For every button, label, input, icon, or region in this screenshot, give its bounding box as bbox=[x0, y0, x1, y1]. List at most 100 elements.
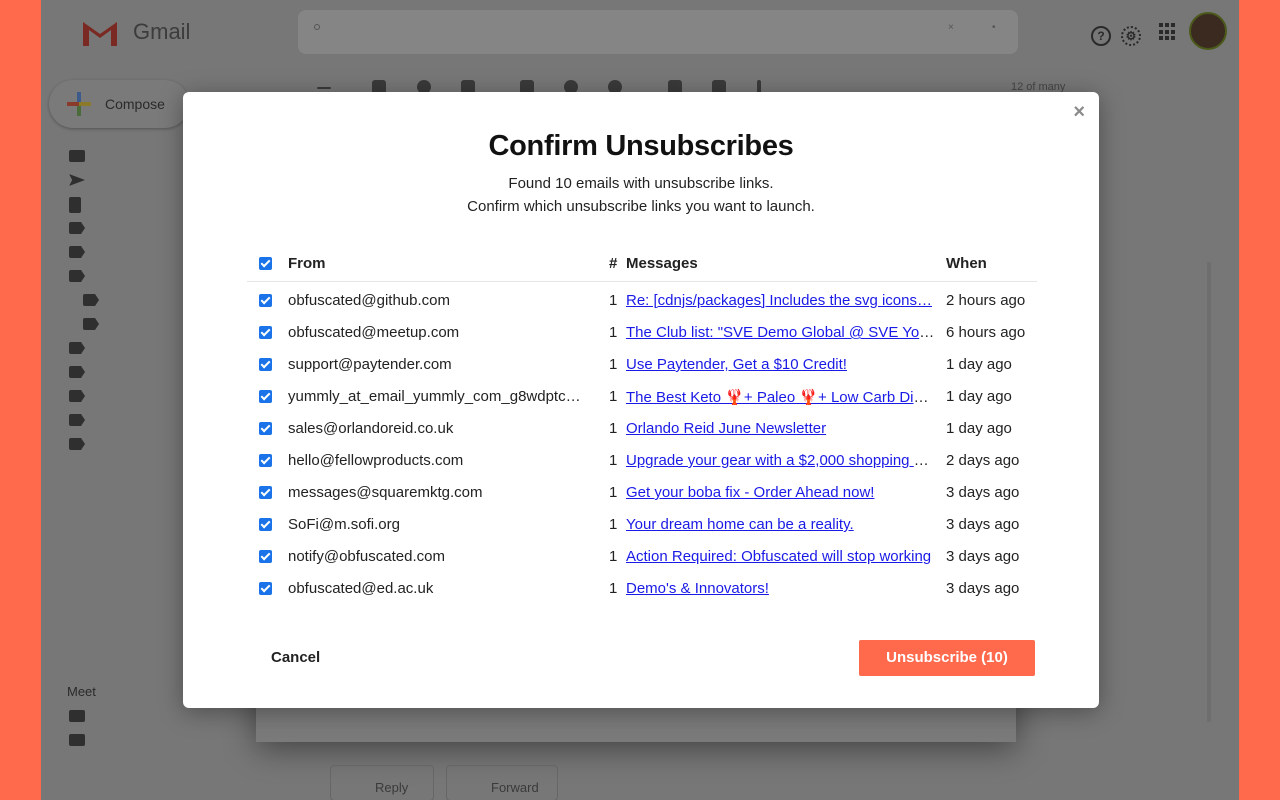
row-checkbox[interactable] bbox=[259, 390, 272, 403]
message-count: 1 bbox=[609, 356, 618, 373]
table-row: notify@obfuscated.com 1 Action Required: O… bbox=[247, 545, 1037, 577]
message-count: 1 bbox=[609, 580, 618, 597]
table-row: obfuscated@meetup.com 1 The Club list: "SV… bbox=[247, 321, 1037, 353]
meet-heading: Meet bbox=[67, 684, 96, 699]
drafts-icon[interactable] bbox=[69, 197, 81, 213]
message-count: 1 bbox=[609, 388, 618, 405]
unsubscribe-button[interactable]: Unsubscribe (10) bbox=[859, 640, 1035, 676]
row-checkbox[interactable] bbox=[259, 582, 272, 595]
keyboard-icon[interactable] bbox=[69, 734, 85, 746]
message-cell: Re: [cdnjs/packages] Includes the svg ic… bbox=[626, 292, 935, 309]
table-row: messages@squaremktg.com 1 Get your boba fi… bbox=[247, 481, 1037, 513]
received-time: 2 days ago bbox=[946, 452, 1020, 469]
video-icon[interactable] bbox=[69, 710, 85, 722]
forward-button[interactable]: Forward bbox=[446, 765, 558, 800]
received-time: 3 days ago bbox=[946, 516, 1020, 533]
gmail-search-bar[interactable]: × • bbox=[298, 10, 1018, 54]
row-checkbox[interactable] bbox=[259, 486, 272, 499]
select-all-checkbox[interactable] bbox=[259, 257, 272, 270]
compose-plus-icon bbox=[67, 92, 91, 116]
gmail-header: Gmail × • ? ⚙ bbox=[41, 0, 1239, 64]
label-icon[interactable] bbox=[69, 414, 85, 426]
confirm-unsubscribes-dialog: × Confirm Unsubscribes Found 10 emails w… bbox=[183, 92, 1099, 708]
table-row: support@paytender.com 1 Use Paytender, Get… bbox=[247, 353, 1037, 385]
message-cell: The Best Keto 🦞+ Paleo 🦞+ Low Carb Dinne… bbox=[626, 388, 935, 406]
message-link[interactable]: Demo's & Innovators! bbox=[626, 580, 769, 597]
message-count: 1 bbox=[609, 516, 618, 533]
message-cell: Upgrade your gear with a $2,000 shopping… bbox=[626, 452, 935, 469]
message-link[interactable]: The Club list: "SVE Demo Global @ SVE Yo… bbox=[626, 324, 935, 341]
row-checkbox[interactable] bbox=[259, 326, 272, 339]
column-count: # bbox=[609, 255, 618, 272]
row-checkbox[interactable] bbox=[259, 358, 272, 371]
message-link[interactable]: The Best Keto 🦞+ Paleo 🦞+ Low Carb Dinne… bbox=[626, 389, 935, 406]
header-icons: ? ⚙ bbox=[1091, 23, 1177, 46]
received-time: 1 day ago bbox=[946, 356, 1012, 373]
sender-email: hello@fellowproducts.com bbox=[288, 452, 464, 469]
message-count: 1 bbox=[609, 548, 618, 565]
message-count: 1 bbox=[609, 292, 618, 309]
row-checkbox[interactable] bbox=[259, 518, 272, 531]
label-icon[interactable] bbox=[83, 318, 99, 330]
gmail-m-icon bbox=[81, 18, 119, 46]
message-cell: Demo's & Innovators! bbox=[626, 580, 935, 597]
received-time: 6 hours ago bbox=[946, 324, 1026, 341]
sent-icon[interactable] bbox=[69, 174, 85, 186]
label-icon[interactable] bbox=[69, 390, 85, 402]
message-count: 1 bbox=[609, 324, 618, 341]
label-icon[interactable] bbox=[69, 246, 85, 258]
dialog-title: Confirm Unsubscribes bbox=[488, 130, 794, 162]
message-link[interactable]: Your dream home can be a reality. bbox=[626, 516, 854, 533]
message-cell: Get your boba fix - Order Ahead now! bbox=[626, 484, 935, 501]
search-icon[interactable] bbox=[314, 24, 320, 30]
sender-email: obfuscated@meetup.com bbox=[288, 324, 460, 341]
close-icon[interactable]: × bbox=[1073, 102, 1085, 122]
search-clear-icon[interactable]: × bbox=[948, 22, 954, 33]
message-link[interactable]: Upgrade your gear with a $2,000 shopping… bbox=[626, 452, 935, 469]
apps-grid-icon[interactable] bbox=[1159, 23, 1177, 41]
message-link[interactable]: Action Required: Obfuscated will stop wo… bbox=[626, 548, 931, 565]
compose-button[interactable]: Compose bbox=[49, 80, 189, 128]
row-checkbox[interactable] bbox=[259, 294, 272, 307]
message-link[interactable]: Orlando Reid June Newsletter bbox=[626, 420, 826, 437]
sender-email: obfuscated@github.com bbox=[288, 292, 450, 309]
label-icon[interactable] bbox=[69, 222, 85, 234]
received-time: 2 hours ago bbox=[946, 292, 1026, 309]
table-row: hello@fellowproducts.com 1 Upgrade your ge… bbox=[247, 449, 1037, 481]
row-checkbox[interactable] bbox=[259, 550, 272, 563]
sender-email: support@paytender.com bbox=[288, 356, 452, 373]
label-icon[interactable] bbox=[69, 438, 85, 450]
avatar[interactable] bbox=[1189, 12, 1227, 50]
search-options-icon[interactable]: • bbox=[992, 22, 996, 33]
message-count: 1 bbox=[609, 452, 618, 469]
message-cell: Use Paytender, Get a $10 Credit! bbox=[626, 356, 935, 373]
message-cell: The Club list: "SVE Demo Global @ SVE Yo… bbox=[626, 324, 935, 341]
table-header: From # Messages When bbox=[247, 252, 1037, 282]
gmail-logo: Gmail bbox=[81, 18, 190, 46]
back-arrow-icon[interactable] bbox=[317, 87, 331, 89]
table-row: SoFi@m.sofi.org 1 Your dream home can be a… bbox=[247, 513, 1037, 545]
cancel-button[interactable]: Cancel bbox=[271, 649, 320, 666]
table-row: sales@orlandoreid.co.uk 1 Orlando Reid Jun… bbox=[247, 417, 1037, 449]
unsubscribe-table: From # Messages When obfuscated@github.c… bbox=[247, 252, 1037, 609]
subtitle-line: Confirm which unsubscribe links you want… bbox=[467, 198, 815, 215]
inbox-icon[interactable] bbox=[69, 150, 85, 162]
received-time: 1 day ago bbox=[946, 420, 1012, 437]
label-icon[interactable] bbox=[69, 342, 85, 354]
column-when: When bbox=[946, 255, 987, 272]
message-link[interactable]: Re: [cdnjs/packages] Includes the svg ic… bbox=[626, 292, 932, 309]
table-row: yummly_at_email_yummly_com_g8wdptc… 1 The … bbox=[247, 385, 1037, 417]
dialog-subtitle: Found 10 emails with unsubscribe links. … bbox=[183, 172, 1099, 218]
scrollbar[interactable] bbox=[1207, 262, 1211, 722]
label-icon[interactable] bbox=[69, 366, 85, 378]
reply-button[interactable]: Reply bbox=[330, 765, 434, 800]
message-link[interactable]: Get your boba fix - Order Ahead now! bbox=[626, 484, 874, 501]
settings-icon[interactable]: ⚙ bbox=[1121, 26, 1141, 46]
help-icon[interactable]: ? bbox=[1091, 26, 1111, 46]
row-checkbox[interactable] bbox=[259, 422, 272, 435]
label-icon[interactable] bbox=[69, 270, 85, 282]
row-checkbox[interactable] bbox=[259, 454, 272, 467]
label-icon[interactable] bbox=[83, 294, 99, 306]
message-link[interactable]: Use Paytender, Get a $10 Credit! bbox=[626, 356, 847, 373]
sender-email: sales@orlandoreid.co.uk bbox=[288, 420, 454, 437]
